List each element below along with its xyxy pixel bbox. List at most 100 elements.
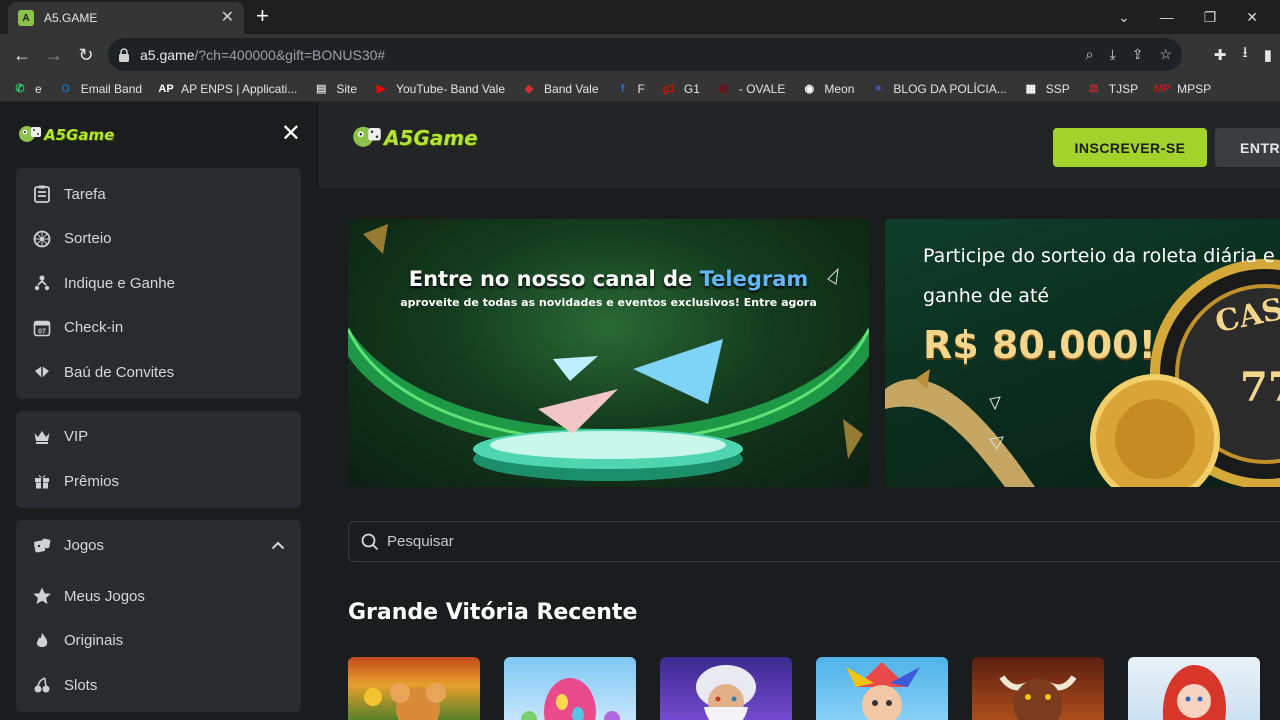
lock-icon[interactable] [118,47,130,62]
sidebar-item-indique[interactable]: Indique e Ganhe [16,261,301,306]
telegram-banner-title: Entre no nosso canal de Telegram [348,267,869,291]
back-icon[interactable]: ← [6,39,38,71]
header-logo[interactable]: A5Game [352,124,478,152]
calendar-day-number: 07 [38,328,46,335]
game-thumbnail-jester[interactable] [816,657,948,720]
bookmark-item[interactable]: ▤ Site [313,81,357,97]
bookmark-item[interactable]: ⚖ TJSP [1086,81,1138,97]
bookmark-label: SSP [1045,81,1070,96]
install-app-icon[interactable]: ⤓ [1110,46,1116,63]
extensions-icon[interactable]: ✚ [1214,46,1227,64]
search-input[interactable] [387,533,887,550]
sidebar-item-bau-convites[interactable]: Baú de Convites [16,350,301,395]
game-thumbnail-zeus[interactable] [660,657,792,720]
bookmark-item[interactable]: ◎ - OVALE [716,81,785,97]
telegram-title-highlight: Telegram [699,267,809,291]
sidebar-item-label: Slots [64,676,98,694]
dice-logo-icon [353,126,381,147]
sidebar-item-sorteio[interactable]: Sorteio [16,217,301,262]
bookmark-favicon-icon: O [61,82,70,95]
bookmark-star-icon[interactable]: ☆ [1159,46,1172,63]
roulette-banner[interactable]: CASI 77 Participe do sorteio da roleta d… [885,219,1280,487]
recent-wins-list [348,657,1260,720]
game-search [348,521,1280,562]
zoom-search-icon[interactable]: ⌕ [1086,46,1094,63]
new-tab-button[interactable]: + [256,5,269,27]
search-icon [361,533,379,550]
main-content: A5Game INSCREVER-SE ENTRAR Entre no noss… [317,102,1280,720]
jester-character-icon [846,662,920,720]
sidebar-item-jogos[interactable]: Jogos [16,524,301,569]
bookmark-item[interactable]: MP MPSP [1154,81,1211,97]
bookmark-item[interactable]: ▦ SSP [1023,81,1070,97]
bookmarks-bar: ✆ e O Email Band AP AP ENPS | Applicati... ▤ Si… [0,76,1280,102]
bookmark-favicon-icon: ⚖ [1088,83,1099,95]
share-icon[interactable]: ⇪ [1132,46,1144,63]
bookmark-label: YouTube- Band Vale [396,81,506,96]
tab-close-icon[interactable]: ✕ [221,10,234,26]
bookmark-item[interactable]: ◆ Band Vale [521,81,599,97]
browser-tab[interactable]: A A5.GAME ✕ [8,2,244,34]
sidebar-group-games: Jogos Meus Jogos Originais Slots [16,519,301,712]
game-thumbnail-mouse[interactable] [348,657,480,720]
bookmark-label: Meon [824,81,855,96]
telegram-banner[interactable]: Entre no nosso canal de Telegram aprovei… [348,219,869,487]
chevron-up-icon[interactable] [271,537,285,554]
downloads-icon[interactable]: ⭳ [1242,42,1247,67]
bookmark-label: AP ENPS | Applicati... [181,81,298,96]
side-panel-icon[interactable]: ▮ [1264,46,1272,64]
roulette-banner-line1: Participe do sorteio da roleta diária e [923,245,1275,267]
window-controls: ⌄ — ❐ ✕ [1118,0,1280,34]
bull-character-icon [999,675,1077,720]
game-thumbnail-candy-egg[interactable] [504,657,636,720]
reload-icon[interactable]: ↻ [70,39,102,71]
sidebar-item-label: Meus Jogos [64,587,145,605]
browser-toolbar: ← → ↻ a5.game/?ch=400000&gift=BONUS30# ⌕… [0,34,1280,76]
browser-tabstrip: A A5.GAME ✕ + ⌄ — ❐ ✕ [0,0,1280,34]
bookmark-item[interactable]: ◉ Meon [801,81,855,97]
sidebar-item-checkin[interactable]: 07 Check-in [16,306,301,351]
zeus-character-icon [696,665,756,720]
sidebar-item-label: Indique e Ganhe [64,274,175,292]
sidebar-item-premios[interactable]: Prêmios [16,459,301,504]
telegram-banner-art [348,224,869,481]
bookmark-item[interactable]: g1 G1 [661,81,700,97]
sidebar-close-icon[interactable]: ✕ [281,122,301,146]
sidebar-item-meus-jogos[interactable]: Meus Jogos [16,574,301,619]
bookmark-item[interactable]: O Email Band [58,81,142,97]
bookmark-item[interactable]: ✦ BLOG DA POLÍCIA... [870,81,1007,97]
bookmark-item[interactable]: ▶ YouTube- Band Vale [373,81,505,97]
sidebar-group-rewards: VIP Prêmios [16,410,301,508]
bookmark-favicon-icon: f [620,82,625,95]
dice-icon [32,536,52,556]
telegram-banner-subtitle: aproveite de todas as novidades e evento… [400,296,817,309]
crown-icon [32,427,52,447]
address-bar[interactable]: a5.game/?ch=400000&gift=BONUS30# ⌕ ⤓ ⇪ ☆ [108,38,1182,71]
bookmark-item[interactable]: AP AP ENPS | Applicati... [158,81,297,97]
bookmark-favicon-icon: ✆ [15,83,25,95]
sidebar-item-vip[interactable]: VIP [16,415,301,460]
login-button[interactable]: ENTRAR [1215,128,1280,167]
roulette-banner-line2: ganhe de até [923,285,1050,307]
sidebar-item-originais[interactable]: Originais [16,619,301,664]
url-host: a5.game [140,46,195,63]
sidebar-item-slots[interactable]: Slots [16,663,301,708]
signup-button[interactable]: INSCREVER-SE [1053,128,1207,167]
bookmark-label: F [637,81,645,96]
maximize-icon[interactable]: ❐ [1204,9,1217,26]
game-thumbnail-redhead[interactable] [1128,657,1260,720]
bookmark-item[interactable]: fF [615,81,645,97]
tab-search-icon[interactable]: ⌄ [1118,9,1130,26]
window-close-icon[interactable]: ✕ [1246,9,1258,26]
recent-wins-title: Grande Vitória Recente [348,600,638,625]
game-thumbnail-bull[interactable] [972,657,1104,720]
bookmark-favicon-icon: ▤ [316,83,327,95]
bookmark-label: G1 [683,81,700,96]
bookmark-item[interactable]: ✆ e [12,81,41,97]
forward-icon[interactable]: → [38,39,70,71]
sidebar-item-label: Prêmios [64,472,120,490]
minimize-icon[interactable]: — [1160,9,1174,25]
sidebar-logo[interactable]: A5Game [18,124,114,146]
sidebar-item-tarefa[interactable]: Tarefa [16,172,301,217]
bookmark-label: MPSP [1177,81,1212,96]
